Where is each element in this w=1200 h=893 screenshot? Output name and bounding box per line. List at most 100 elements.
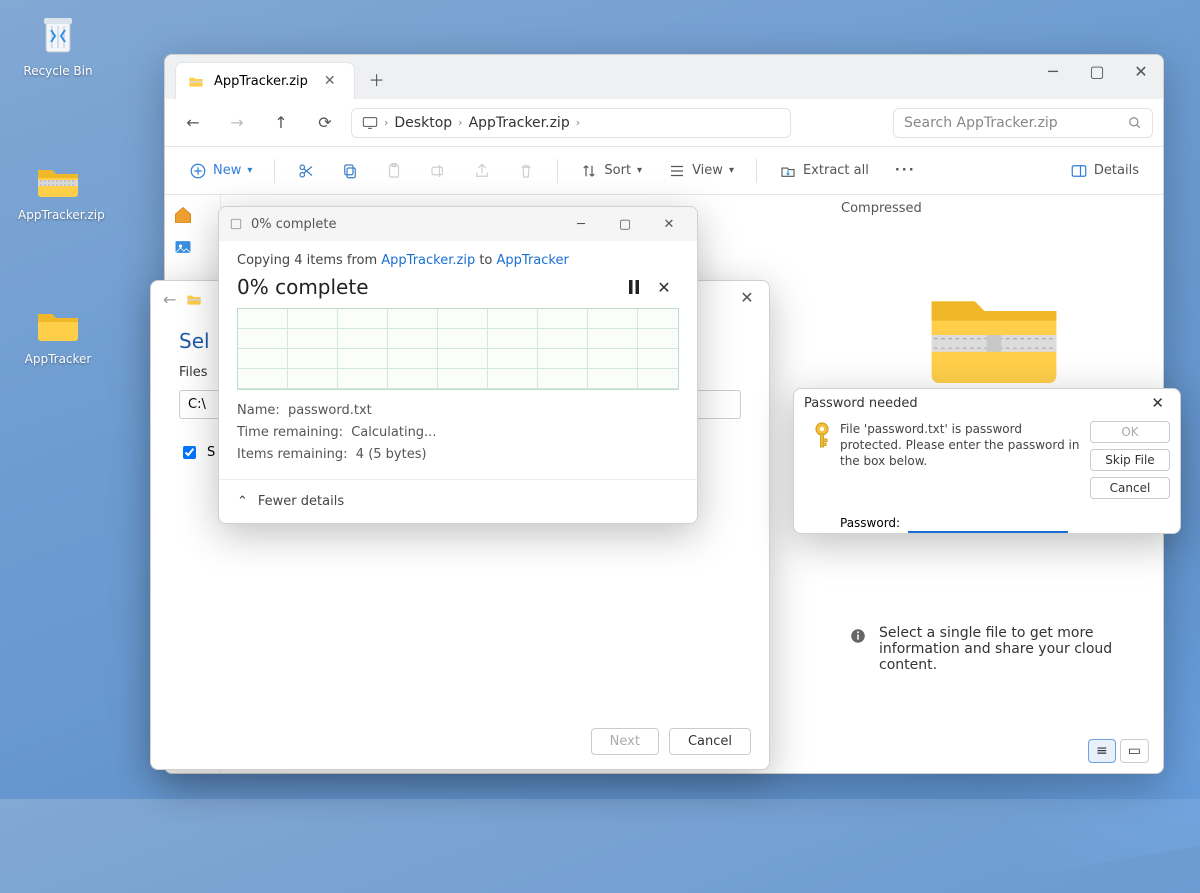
copy-progress-dialog: 0% complete ─ ▢ ✕ Copying 4 items from A…: [218, 206, 698, 524]
view-icon: [668, 162, 686, 180]
progress-percent: 0% complete: [237, 275, 619, 299]
key-icon: [810, 421, 834, 451]
zip-folder-icon: [188, 73, 204, 89]
copy-status-line: Copying 4 items from AppTracker.zip to A…: [219, 241, 697, 270]
desktop-icon-folder[interactable]: AppTracker: [18, 300, 98, 366]
maximize-button[interactable]: ▢: [607, 210, 643, 238]
chevron-right-icon: ›: [384, 116, 388, 129]
info-icon: [849, 627, 867, 645]
details-view-button[interactable]: ≡: [1088, 739, 1116, 763]
copy-source-link[interactable]: AppTracker.zip: [381, 253, 475, 268]
dialog-title: Password needed: [804, 396, 918, 411]
current-file-name: password.txt: [288, 403, 372, 418]
progress-stats: Name: password.txt Time remaining: Calcu…: [219, 390, 697, 476]
sort-button[interactable]: Sort ▾: [570, 156, 652, 186]
close-button[interactable]: ✕: [651, 210, 687, 238]
password-dialog: Password needed ✕ File 'password.txt' is…: [793, 388, 1181, 534]
back-button[interactable]: ←: [175, 105, 211, 141]
chevron-down-icon: ▾: [637, 165, 642, 176]
show-extracted-checkbox[interactable]: [183, 446, 196, 459]
minimize-button[interactable]: ─: [1031, 55, 1075, 87]
copy-progress-icon: [229, 217, 243, 231]
copy-dest-link[interactable]: AppTracker: [497, 253, 569, 268]
close-button[interactable]: ✕: [725, 281, 769, 313]
zip-folder-icon: [186, 291, 202, 307]
large-icons-view-button[interactable]: ▭: [1120, 739, 1149, 763]
zip-folder-icon: [34, 156, 82, 204]
monitor-icon: [362, 116, 378, 130]
dialog-title: 0% complete: [251, 217, 336, 232]
rename-button[interactable]: [419, 156, 457, 186]
progress-graph: [237, 308, 679, 390]
details-pane-button[interactable]: Details: [1060, 156, 1149, 186]
time-remaining: Calculating...: [351, 425, 436, 440]
view-button[interactable]: View ▾: [658, 156, 744, 186]
new-button[interactable]: New ▾: [179, 156, 262, 186]
chevron-right-icon: ›: [458, 116, 462, 129]
paste-button[interactable]: [375, 156, 413, 186]
search-placeholder: Search AppTracker.zip: [904, 115, 1058, 131]
search-icon: [1128, 116, 1142, 130]
tab-close-button[interactable]: ✕: [318, 71, 342, 91]
copy-button[interactable]: [331, 156, 369, 186]
checkbox-label: S: [207, 445, 215, 460]
breadcrumb-item[interactable]: AppTracker.zip: [469, 115, 570, 131]
refresh-button[interactable]: ⟳: [307, 105, 343, 141]
recycle-bin-icon: [34, 12, 82, 60]
minimize-button[interactable]: ─: [563, 210, 599, 238]
plus-circle-icon: [189, 162, 207, 180]
cut-button[interactable]: [287, 156, 325, 186]
next-button[interactable]: Next: [591, 728, 659, 755]
up-button[interactable]: ↑: [263, 105, 299, 141]
column-header-compressed[interactable]: Compressed: [841, 201, 922, 216]
forward-button[interactable]: →: [219, 105, 255, 141]
cancel-button[interactable]: Cancel: [669, 728, 751, 755]
address-bar: ← → ↑ ⟳ › Desktop › AppTracker.zip › Sea…: [165, 99, 1163, 147]
extract-icon: [779, 162, 797, 180]
details-pane-icon: [1070, 162, 1088, 180]
sort-icon: [580, 162, 598, 180]
desktop-icon-zip[interactable]: AppTracker.zip: [18, 156, 98, 222]
desktop-icon-label: AppTracker: [18, 352, 98, 366]
rename-icon: [429, 162, 447, 180]
new-tab-button[interactable]: ＋: [355, 59, 399, 99]
zip-preview-icon: [839, 275, 1149, 395]
folder-icon: [34, 300, 82, 348]
extract-all-button[interactable]: Extract all: [769, 156, 879, 186]
more-button[interactable]: ···: [885, 157, 926, 184]
delete-button[interactable]: [507, 156, 545, 186]
gallery-icon[interactable]: [173, 237, 193, 257]
close-button[interactable]: ✕: [1119, 55, 1163, 87]
search-box[interactable]: Search AppTracker.zip: [893, 108, 1153, 138]
close-button[interactable]: ✕: [1145, 392, 1170, 414]
cancel-copy-button[interactable]: ✕: [649, 274, 679, 300]
password-label: Password:: [840, 516, 900, 530]
breadcrumb[interactable]: › Desktop › AppTracker.zip ›: [351, 108, 791, 138]
desktop-icon-label: AppTracker.zip: [18, 208, 98, 222]
skip-file-button[interactable]: Skip File: [1090, 449, 1170, 471]
toolbar: New ▾ Sort ▾ View ▾ Extract all ···: [165, 147, 1163, 195]
home-icon[interactable]: [173, 205, 193, 225]
trash-icon: [517, 162, 535, 180]
share-button[interactable]: [463, 156, 501, 186]
tab-bar: AppTracker.zip ✕ ＋: [165, 55, 1163, 99]
desktop-icon-label: Recycle Bin: [18, 64, 98, 78]
password-input[interactable]: [908, 513, 1068, 533]
ok-button[interactable]: OK: [1090, 421, 1170, 443]
cancel-button[interactable]: Cancel: [1090, 477, 1170, 499]
pause-button[interactable]: [619, 274, 649, 300]
scissors-icon: [297, 162, 315, 180]
share-icon: [473, 162, 491, 180]
desktop-icon-recycle-bin[interactable]: Recycle Bin: [18, 12, 98, 78]
back-button[interactable]: ←: [163, 290, 186, 309]
tab-apptracker[interactable]: AppTracker.zip ✕: [175, 62, 355, 99]
breadcrumb-item[interactable]: Desktop: [394, 115, 452, 131]
items-remaining: 4 (5 bytes): [356, 447, 427, 462]
fewer-details-toggle[interactable]: ⌃ Fewer details: [219, 479, 697, 523]
password-message: File 'password.txt' is password protecte…: [840, 421, 1090, 499]
chevron-down-icon: ▾: [729, 165, 734, 176]
info-tip-text: Select a single file to get more informa…: [879, 625, 1139, 673]
copy-icon: [341, 162, 359, 180]
view-toggle: ≡ ▭: [1088, 739, 1149, 763]
maximize-button[interactable]: ▢: [1075, 55, 1119, 87]
